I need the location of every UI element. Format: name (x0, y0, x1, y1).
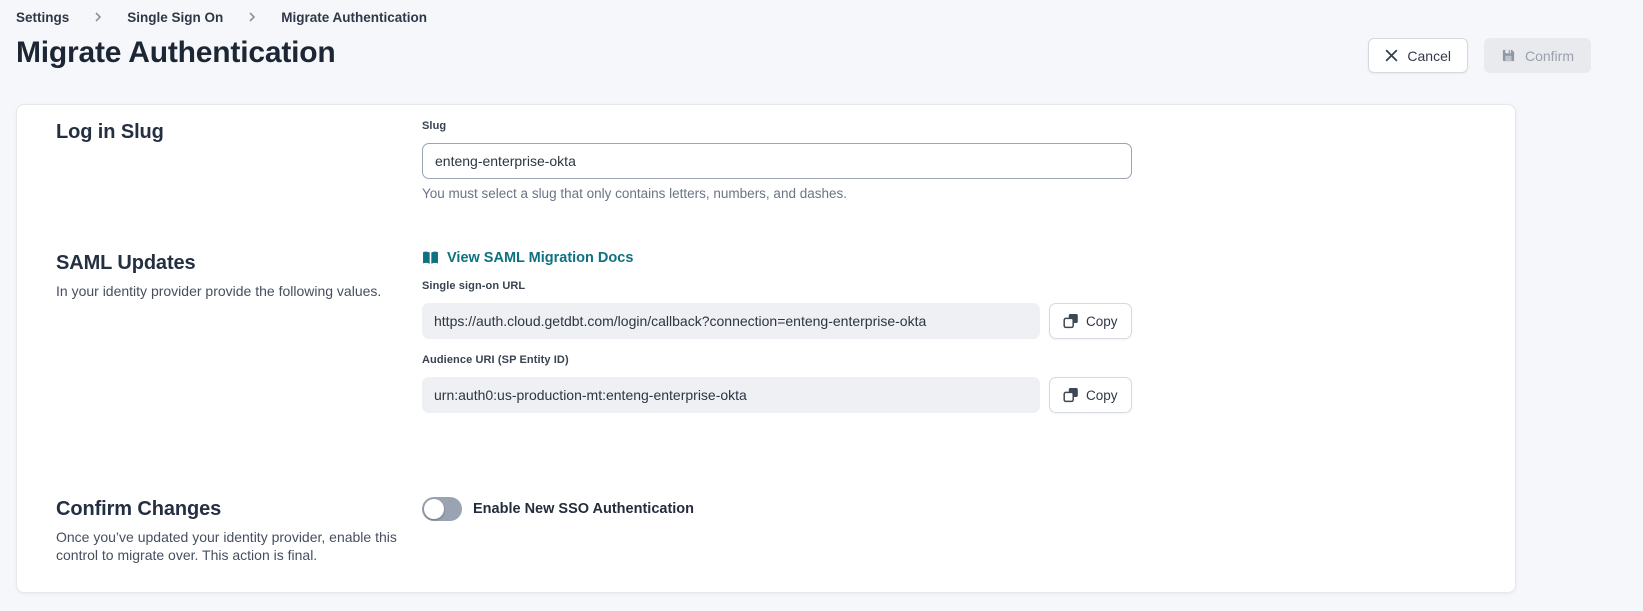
section-saml-updates-right: View SAML Migration Docs Single sign-on … (422, 250, 1132, 427)
page: Settings Single Sign On Migrate Authenti… (0, 0, 1643, 593)
confirm-button-label: Confirm (1525, 48, 1574, 64)
confirm-changes-description: Once you’ve updated your identity provid… (56, 528, 408, 564)
breadcrumb-settings[interactable]: Settings (16, 10, 69, 25)
copy-audience-uri-label: Copy (1086, 388, 1118, 403)
section-confirm-changes-right: Enable New SSO Authentication (422, 496, 1132, 521)
section-confirm-changes-left: Confirm Changes Once you’ve updated your… (56, 496, 422, 564)
enable-sso-toggle-label: Enable New SSO Authentication (473, 501, 694, 517)
page-header: Migrate Authentication Cancel Confirm (0, 26, 1643, 73)
sso-url-label: Single sign-on URL (422, 279, 1132, 294)
confirm-changes-heading: Confirm Changes (56, 496, 422, 522)
login-slug-heading: Log in Slug (56, 119, 422, 145)
breadcrumb-current: Migrate Authentication (281, 10, 427, 25)
view-saml-migration-docs-link[interactable]: View SAML Migration Docs (422, 250, 633, 266)
page-title: Migrate Authentication (16, 34, 336, 72)
book-icon (422, 251, 439, 265)
section-saml-updates-left: SAML Updates In your identity provider p… (56, 250, 422, 300)
section-login-slug-left: Log in Slug (56, 119, 422, 145)
slug-label: Slug (422, 119, 1132, 134)
section-confirm-changes: Confirm Changes Once you’ve updated your… (56, 496, 1515, 564)
migrate-authentication-card: Log in Slug Slug You must select a slug … (16, 104, 1516, 593)
toggle-knob (424, 499, 444, 519)
cancel-button-label: Cancel (1407, 48, 1451, 64)
chevron-right-icon (92, 11, 104, 23)
section-login-slug-right: Slug You must select a slug that only co… (422, 119, 1132, 202)
copy-icon (1063, 387, 1079, 403)
saml-updates-subtitle: In your identity provider provide the fo… (56, 282, 408, 300)
enable-sso-toggle[interactable] (422, 497, 462, 521)
view-saml-migration-docs-label: View SAML Migration Docs (447, 250, 633, 266)
sso-url-field-row: https://auth.cloud.getdbt.com/login/call… (422, 303, 1132, 339)
confirm-button[interactable]: Confirm (1484, 38, 1591, 73)
save-icon (1501, 48, 1516, 63)
breadcrumb: Settings Single Sign On Migrate Authenti… (0, 0, 1643, 26)
slug-helper-text: You must select a slug that only contain… (422, 185, 1132, 202)
chevron-right-icon (246, 11, 258, 23)
header-actions: Cancel Confirm (1368, 32, 1591, 73)
section-saml-updates: SAML Updates In your identity provider p… (56, 250, 1515, 427)
sso-url-value: https://auth.cloud.getdbt.com/login/call… (422, 303, 1040, 339)
saml-updates-heading: SAML Updates (56, 250, 422, 276)
slug-input[interactable] (422, 143, 1132, 179)
cancel-button[interactable]: Cancel (1368, 38, 1468, 73)
breadcrumb-single-sign-on[interactable]: Single Sign On (127, 10, 223, 25)
copy-sso-url-label: Copy (1086, 314, 1118, 329)
close-icon (1385, 49, 1398, 62)
section-login-slug: Log in Slug Slug You must select a slug … (56, 119, 1515, 202)
copy-audience-uri-button[interactable]: Copy (1049, 377, 1132, 413)
audience-uri-field-row: urn:auth0:us-production-mt:enteng-enterp… (422, 377, 1132, 413)
copy-icon (1063, 313, 1079, 329)
audience-uri-label: Audience URI (SP Entity ID) (422, 353, 1132, 368)
copy-sso-url-button[interactable]: Copy (1049, 303, 1132, 339)
audience-uri-value: urn:auth0:us-production-mt:enteng-enterp… (422, 377, 1040, 413)
